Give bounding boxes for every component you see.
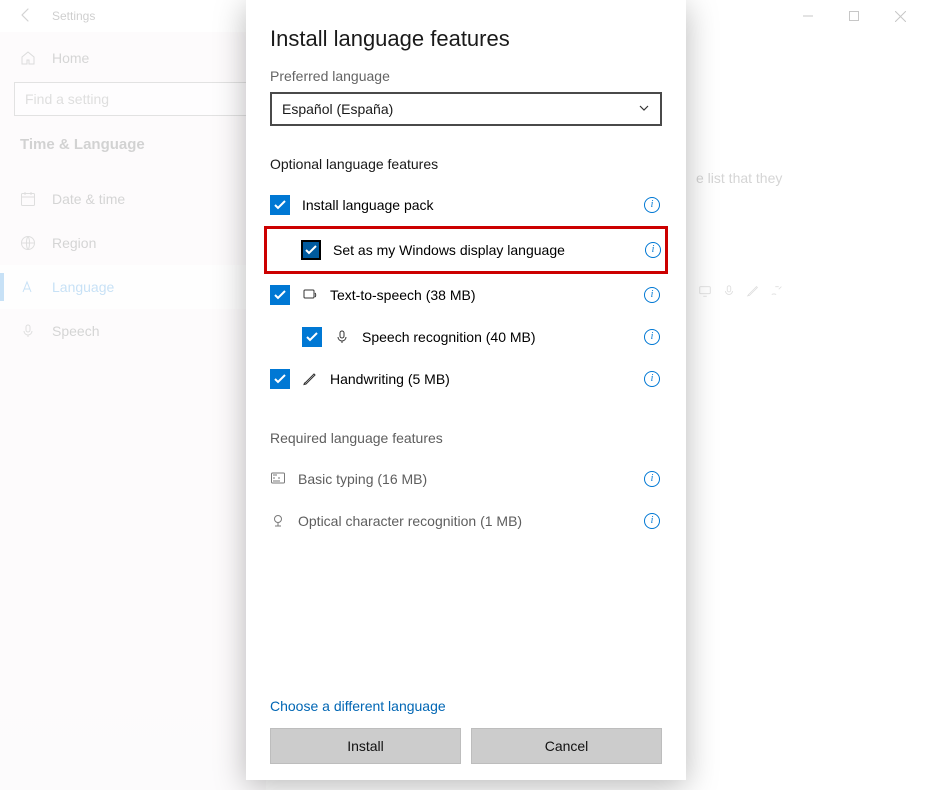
- microphone-icon: [334, 329, 350, 345]
- sidebar-home-label: Home: [52, 50, 89, 66]
- row-label: Text-to-speech (38 MB): [330, 287, 476, 303]
- search-input[interactable]: Find a setting: [14, 82, 252, 116]
- checkbox-handwriting[interactable]: [270, 369, 290, 389]
- info-icon[interactable]: i: [644, 513, 660, 529]
- sidebar-item-label: Date & time: [52, 191, 125, 207]
- back-icon[interactable]: [18, 7, 34, 26]
- sidebar-item-language[interactable]: Language: [0, 265, 266, 309]
- row-label: Optical character recognition (1 MB): [298, 513, 522, 529]
- row-text-to-speech: Text-to-speech (38 MB) i: [270, 274, 662, 316]
- keyboard-icon: [270, 471, 286, 487]
- info-icon[interactable]: i: [644, 371, 660, 387]
- window-title: Settings: [52, 9, 95, 23]
- row-set-display-language: Set as my Windows display language i: [269, 229, 663, 271]
- sidebar-item-speech[interactable]: Speech: [0, 309, 266, 353]
- sidebar: Home Find a setting Time & Language Date…: [0, 32, 266, 790]
- row-label: Handwriting (5 MB): [330, 371, 450, 387]
- ocr-icon: [270, 513, 286, 529]
- language-feature-icons: [698, 284, 784, 298]
- sidebar-item-date-time[interactable]: Date & time: [0, 177, 266, 221]
- sidebar-item-label: Speech: [52, 323, 99, 339]
- minimize-button[interactable]: [785, 1, 831, 31]
- sidebar-item-region[interactable]: Region: [0, 221, 266, 265]
- row-label: Install language pack: [302, 197, 434, 213]
- info-icon[interactable]: i: [644, 329, 660, 345]
- dialog-title: Install language features: [270, 26, 662, 52]
- info-icon[interactable]: i: [645, 242, 661, 258]
- row-speech-recognition: Speech recognition (40 MB) i: [270, 316, 662, 358]
- preferred-language-select[interactable]: Español (España): [270, 92, 662, 126]
- handwriting-icon: [302, 371, 318, 387]
- row-basic-typing: Basic typing (16 MB) i: [270, 458, 662, 500]
- cancel-button-label: Cancel: [545, 738, 589, 754]
- install-language-dialog: Install language features Preferred lang…: [246, 0, 686, 780]
- sidebar-section-title: Time & Language: [0, 136, 266, 153]
- row-ocr: Optical character recognition (1 MB) i: [270, 500, 662, 542]
- tts-icon: [302, 287, 318, 303]
- info-icon[interactable]: i: [644, 471, 660, 487]
- row-handwriting: Handwriting (5 MB) i: [270, 358, 662, 400]
- info-icon[interactable]: i: [644, 197, 660, 213]
- install-button-label: Install: [347, 738, 384, 754]
- checkbox-speech-recognition[interactable]: [302, 327, 322, 347]
- preferred-language-label: Preferred language: [270, 68, 662, 84]
- chevron-down-icon: [638, 101, 650, 117]
- home-icon: [20, 50, 36, 66]
- search-placeholder: Find a setting: [25, 91, 109, 107]
- globe-icon: [20, 235, 36, 251]
- sidebar-item-label: Language: [52, 279, 114, 295]
- microphone-icon: [20, 323, 36, 339]
- choose-different-language-link[interactable]: Choose a different language: [270, 698, 662, 714]
- language-icon: [20, 279, 36, 295]
- checkbox-install-language-pack[interactable]: [270, 195, 290, 215]
- checkbox-text-to-speech[interactable]: [270, 285, 290, 305]
- row-label: Basic typing (16 MB): [298, 471, 427, 487]
- install-button[interactable]: Install: [270, 728, 461, 764]
- close-button[interactable]: [877, 1, 923, 31]
- partial-background-text: e list that they: [696, 170, 782, 186]
- checkbox-set-display-language[interactable]: [301, 240, 321, 260]
- maximize-button[interactable]: [831, 1, 877, 31]
- info-icon[interactable]: i: [644, 287, 660, 303]
- sidebar-item-label: Region: [52, 235, 96, 251]
- row-label: Speech recognition (40 MB): [362, 329, 536, 345]
- required-features-label: Required language features: [270, 430, 662, 446]
- row-label: Set as my Windows display language: [333, 242, 565, 258]
- highlight-set-display-language: Set as my Windows display language i: [264, 226, 668, 274]
- cancel-button[interactable]: Cancel: [471, 728, 662, 764]
- optional-features-label: Optional language features: [270, 156, 662, 172]
- row-install-language-pack: Install language pack i: [270, 184, 662, 226]
- sidebar-home[interactable]: Home: [0, 38, 266, 78]
- calendar-icon: [20, 191, 36, 207]
- select-value: Español (España): [282, 101, 393, 117]
